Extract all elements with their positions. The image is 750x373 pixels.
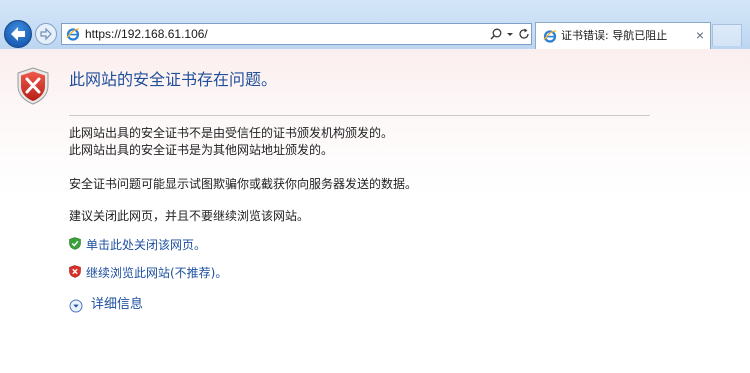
search-icon[interactable] <box>489 27 503 41</box>
back-arrow-icon <box>11 27 25 41</box>
error-page: 此网站的安全证书存在问题。 此网站出具的安全证书不是由受信任的证书颁发机构颁发的… <box>0 49 750 373</box>
forward-button[interactable] <box>35 23 57 45</box>
reason-address-mismatch: 此网站出具的安全证书是为其他网站地址颁发的。 <box>69 143 334 157</box>
ie-logo-icon <box>66 28 80 41</box>
red-shield-icon <box>69 265 81 278</box>
page-title: 此网站的安全证书存在问题。 <box>69 70 278 89</box>
chevron-down-icon[interactable] <box>505 27 515 41</box>
close-page-link[interactable]: 单击此处关闭该网页。 <box>86 237 206 253</box>
warning-text: 安全证书问题可能显示试图欺骗你或截获你向服务器发送的数据。 <box>69 177 418 191</box>
forward-arrow-icon <box>40 27 52 41</box>
green-shield-icon <box>69 237 81 250</box>
reason-untrusted-issuer: 此网站出具的安全证书不是由受信任的证书颁发机构颁发的。 <box>69 126 394 140</box>
address-bar[interactable]: https://192.168.61.106/ <box>61 23 532 45</box>
browser-toolbar: https://192.168.61.106/ 证书错误: 导航已阻止 × <box>0 0 750 49</box>
error-shield-icon <box>17 67 49 105</box>
tab-close-button[interactable]: × <box>693 28 707 42</box>
divider <box>69 115 650 116</box>
expand-circle-icon[interactable] <box>69 299 83 313</box>
more-information-link[interactable]: 详细信息 <box>91 297 143 313</box>
back-button[interactable] <box>4 20 32 48</box>
address-url[interactable]: https://192.168.61.106/ <box>85 27 208 41</box>
continue-website-link[interactable]: 继续浏览此网站(不推荐)。 <box>86 265 227 281</box>
ie-logo-icon <box>543 30 557 43</box>
new-tab-button[interactable] <box>712 24 742 46</box>
recommendation-text: 建议关闭此网页，并且不要继续浏览该网站。 <box>69 209 310 223</box>
refresh-icon[interactable] <box>517 27 531 41</box>
tab-certificate-error[interactable]: 证书错误: 导航已阻止 × <box>535 22 711 49</box>
tab-title: 证书错误: 导航已阻止 <box>561 29 668 42</box>
